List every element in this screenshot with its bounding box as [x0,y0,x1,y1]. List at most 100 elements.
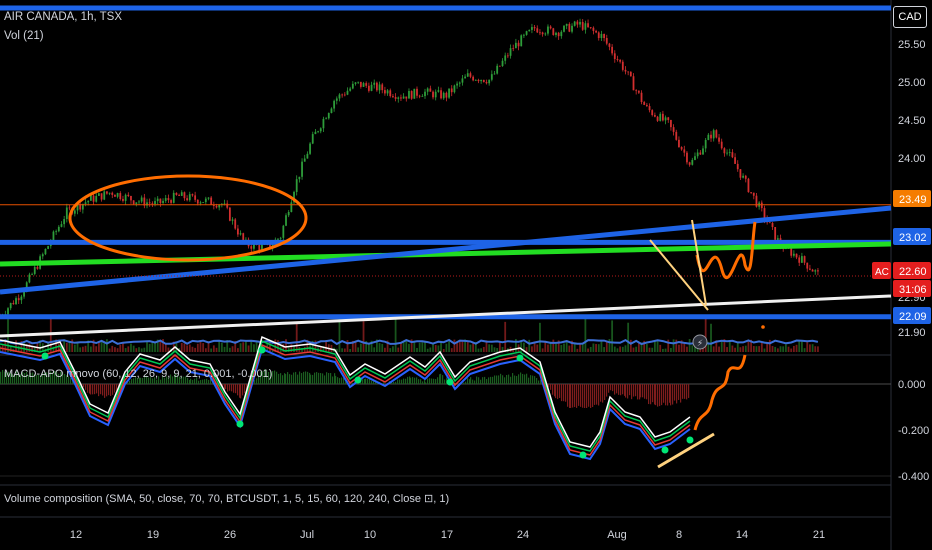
macd-cross-dot [661,446,669,454]
candle-body [306,153,309,159]
time-tick-label: 21 [813,529,825,541]
candle-body [632,76,635,91]
volume-bar [662,348,664,352]
candle-body [258,245,261,251]
time-tick-label: 14 [736,529,748,541]
currency-button[interactable]: CAD [893,6,927,28]
volume-bar [498,342,501,352]
macd-histogram-bar [156,379,158,384]
chart-canvas[interactable]: ⚡ 25.5025.0024.5024.0022.9021.900.000-0.… [0,0,932,550]
macd-histogram-bar [635,384,637,397]
macd-histogram-bar [332,376,334,384]
candles [0,18,819,319]
macd-histogram-bar [407,376,409,384]
macd-histogram-bar [431,378,433,384]
candle-body [335,98,338,101]
candle-body [699,152,702,155]
macd-histogram-bar [235,384,237,394]
candle-body [194,195,197,200]
macd-histogram-bar [433,378,435,384]
macd-histogram-bar [538,380,540,384]
macd-histogram-bar [600,384,602,402]
candle-body [680,147,683,150]
candle-body [664,117,667,121]
price-axis: 25.5025.0024.5024.0022.9021.900.000-0.20… [872,39,931,483]
candle-body [202,202,205,203]
macd-histogram-bar [310,374,312,384]
candle-body [587,23,589,28]
candle-body [378,84,381,91]
volume-bar [132,345,135,352]
candle-body [309,143,311,154]
volume-bar [338,318,341,352]
candle-body [370,84,373,91]
volume-bar [603,347,605,352]
volume-bar [148,343,151,352]
volume-bar [434,345,437,352]
price-tag-label: 22.60 [899,266,927,278]
candle-body [322,118,325,129]
macd-histogram-bar [328,373,330,384]
macd-histogram-bar [650,384,652,405]
macd-histogram-bar [92,384,94,395]
volume-bar [437,345,440,352]
candle-body [768,222,771,224]
candle-body [103,191,106,200]
volume-bar [448,341,450,352]
candle-body [702,148,704,155]
volume-bar [346,340,349,352]
candle-body [592,27,595,31]
candle-body [23,291,25,297]
candle-body [691,159,694,165]
volume-bar [228,347,231,352]
candle-body [215,205,218,208]
candle-body [343,94,346,96]
macd-histogram-bar [416,377,418,384]
macd-histogram-bar [291,374,293,384]
volume-bar [726,347,728,352]
macd-histogram-bar [444,379,446,384]
volume-bar [303,346,306,352]
volume-bar [480,348,483,352]
volume-bar [605,341,608,352]
macd-histogram-bar [208,379,210,384]
candle-body [33,266,36,274]
macd-histogram-bar [405,378,407,384]
candle-body [597,32,600,39]
candle-body [547,26,549,34]
macd-histogram-bar [320,373,322,384]
macd-histogram-bar [240,384,242,399]
candle-body [210,197,213,205]
macd-histogram-bar [324,375,326,384]
drawn-lines [0,5,892,338]
volume-bar [720,340,723,352]
volume-bar [367,343,370,352]
macd-histogram-bar [395,381,397,384]
macd-cross-dot [516,354,524,362]
macd-histogram-bar [299,371,301,384]
macd-histogram-bar [498,375,500,384]
macd-histogram-bar [192,379,194,384]
macd-histogram-bar [297,374,299,384]
macd-histogram-bar [646,384,648,400]
volume-bar [589,346,592,352]
macd-histogram-bar [282,375,284,384]
candle-body [127,194,130,196]
candle-body [809,268,811,270]
volume-bar [547,344,549,352]
volume-bar [648,347,651,352]
volume-bar [277,340,279,352]
candle-body [354,82,357,84]
volume-bar [782,346,785,352]
candle-body [555,32,557,35]
candle-body [65,207,68,220]
volume-bar [776,348,779,352]
macd-histogram-bar [563,384,565,402]
candle-body [114,194,116,197]
macd-histogram-bar [314,372,316,384]
volume-bar [795,344,798,352]
volume-bar [79,347,82,352]
macd-histogram-bar [614,384,616,395]
candle-body [236,228,239,235]
candle-body [362,83,365,87]
